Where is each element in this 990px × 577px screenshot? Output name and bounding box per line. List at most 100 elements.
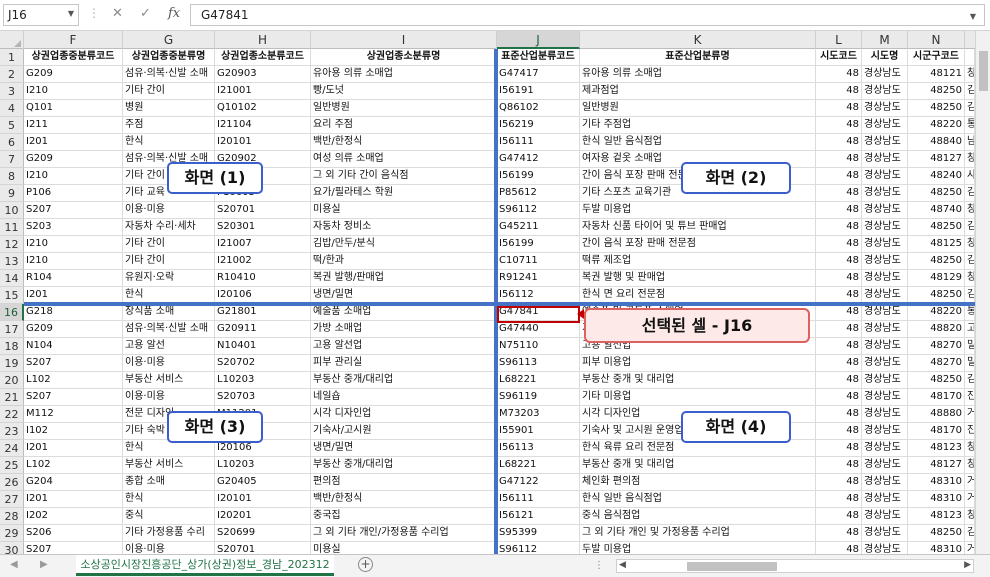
table-cell[interactable]: 48220 — [908, 304, 965, 321]
tab-split-handle[interactable]: ⋮ — [594, 560, 604, 571]
select-all-button[interactable] — [0, 31, 24, 49]
chevron-down-icon[interactable]: ▼ — [68, 9, 74, 18]
table-cell[interactable]: I211 — [24, 117, 123, 134]
table-cell[interactable]: 경상남도 — [862, 100, 908, 117]
table-cell[interactable]: 경상남도 — [862, 202, 908, 219]
table-cell[interactable]: 48125 — [908, 236, 965, 253]
table-cell[interactable]: 48250 — [908, 83, 965, 100]
vertical-scroll-thumb[interactable] — [979, 51, 988, 91]
table-cell[interactable]: 간이 음식 포장 판매 전문점 — [580, 236, 816, 253]
sheet-tab-active[interactable]: 소상공인시장진흥공단_상가(상권)정보_경남_202312 — [76, 555, 334, 576]
expand-formula-bar-icon[interactable]: ▼ — [970, 12, 976, 21]
table-cell[interactable]: S207 — [24, 355, 123, 372]
column-title-cell[interactable]: 상권업종소분류코드 — [215, 49, 311, 66]
table-cell[interactable]: I210 — [24, 168, 123, 185]
column-header-o[interactable] — [965, 31, 975, 49]
table-cell[interactable]: 경상남도 — [862, 134, 908, 151]
table-cell[interactable]: 밀 — [965, 338, 975, 355]
table-cell[interactable]: S20301 — [215, 219, 311, 236]
table-cell[interactable]: S96112 — [497, 542, 580, 554]
column-title-cell[interactable]: 표준산업분류명 — [580, 49, 816, 66]
table-cell[interactable]: 일반병원 — [580, 100, 816, 117]
table-cell[interactable]: I201 — [24, 440, 123, 457]
table-cell[interactable]: 경상남도 — [862, 304, 908, 321]
table-cell[interactable]: S20701 — [215, 542, 311, 554]
column-title-cell[interactable]: 시도명 — [862, 49, 908, 66]
table-cell[interactable]: 기타 간이 — [123, 236, 215, 253]
table-cell[interactable]: 김 — [965, 83, 975, 100]
table-cell[interactable]: 섬유·의복·신발 소매 — [123, 321, 215, 338]
table-cell[interactable]: 경상남도 — [862, 423, 908, 440]
table-cell[interactable]: 48240 — [908, 168, 965, 185]
row-header[interactable]: 17 — [0, 321, 24, 338]
table-cell[interactable]: G204 — [24, 474, 123, 491]
table-cell[interactable]: 경상남도 — [862, 372, 908, 389]
table-cell[interactable]: L10203 — [215, 457, 311, 474]
row-header[interactable]: 25 — [0, 457, 24, 474]
table-cell[interactable]: 기타 간이 — [123, 253, 215, 270]
table-cell[interactable]: 48840 — [908, 134, 965, 151]
table-cell[interactable]: I202 — [24, 508, 123, 525]
table-cell[interactable]: 유원지·오락 — [123, 270, 215, 287]
column-title-cell[interactable]: 상권업종중분류명 — [123, 49, 215, 66]
table-cell[interactable]: 48250 — [908, 525, 965, 542]
table-cell[interactable]: 48 — [816, 474, 862, 491]
table-cell[interactable]: 48 — [816, 202, 862, 219]
table-cell[interactable]: 48 — [816, 66, 862, 83]
table-cell[interactable]: 한식 일반 음식점업 — [580, 134, 816, 151]
table-cell[interactable]: G45211 — [497, 219, 580, 236]
table-cell[interactable]: 48 — [816, 100, 862, 117]
table-cell[interactable]: G20903 — [215, 66, 311, 83]
table-cell[interactable]: I56121 — [497, 508, 580, 525]
row-header[interactable]: 18 — [0, 338, 24, 355]
table-cell[interactable]: 진 — [965, 389, 975, 406]
table-cell[interactable]: 유아용 의류 소매업 — [580, 66, 816, 83]
table-cell[interactable]: S96113 — [497, 355, 580, 372]
table-cell[interactable]: R10410 — [215, 270, 311, 287]
table-cell[interactable]: 부동산 서비스 — [123, 457, 215, 474]
table-cell[interactable]: 48 — [816, 304, 862, 321]
table-cell[interactable]: 김 — [965, 100, 975, 117]
table-cell[interactable]: 경상남도 — [862, 440, 908, 457]
table-cell[interactable]: 부동산 중개 및 대리업 — [580, 372, 816, 389]
table-cell[interactable]: 경상남도 — [862, 168, 908, 185]
table-cell[interactable]: 경상남도 — [862, 389, 908, 406]
table-cell[interactable]: 기타 간이 — [123, 83, 215, 100]
table-cell[interactable]: I20101 — [215, 491, 311, 508]
table-cell[interactable]: 예술품 소매업 — [311, 304, 497, 321]
table-cell[interactable]: 경상남도 — [862, 219, 908, 236]
column-header-n[interactable]: N — [908, 31, 965, 49]
table-cell[interactable]: 창 — [965, 440, 975, 457]
table-cell[interactable]: I201 — [24, 134, 123, 151]
row-header[interactable]: 8 — [0, 168, 24, 185]
table-cell[interactable]: S96119 — [497, 389, 580, 406]
table-cell[interactable]: 중식 — [123, 508, 215, 525]
table-cell[interactable]: G47122 — [497, 474, 580, 491]
table-cell[interactable]: 48 — [816, 525, 862, 542]
table-cell[interactable]: 창 — [965, 457, 975, 474]
table-cell[interactable]: 48270 — [908, 355, 965, 372]
table-cell[interactable]: 경상남도 — [862, 185, 908, 202]
table-cell[interactable]: 부동산 서비스 — [123, 372, 215, 389]
table-cell[interactable]: 미용실 — [311, 202, 497, 219]
table-cell[interactable]: I21001 — [215, 83, 311, 100]
table-cell[interactable]: 한식 일반 음식점업 — [580, 491, 816, 508]
column-title-cell[interactable]: 상권업종중분류코드 — [24, 49, 123, 66]
table-cell[interactable]: S207 — [24, 389, 123, 406]
table-cell[interactable]: I210 — [24, 253, 123, 270]
table-cell[interactable]: 김 — [965, 525, 975, 542]
row-header[interactable]: 16 — [0, 304, 24, 321]
table-cell[interactable]: 48 — [816, 372, 862, 389]
table-cell[interactable]: 부동산 중개/대리업 — [311, 372, 497, 389]
table-cell[interactable]: S206 — [24, 525, 123, 542]
table-cell[interactable]: Q10102 — [215, 100, 311, 117]
table-cell[interactable]: G209 — [24, 321, 123, 338]
table-cell[interactable]: S20703 — [215, 389, 311, 406]
table-cell[interactable]: 기숙사/고시원 — [311, 423, 497, 440]
table-cell[interactable]: I56113 — [497, 440, 580, 457]
table-cell[interactable]: S20701 — [215, 202, 311, 219]
row-header[interactable]: 6 — [0, 134, 24, 151]
table-cell[interactable]: R91241 — [497, 270, 580, 287]
table-cell[interactable]: 48127 — [908, 457, 965, 474]
table-cell[interactable]: 48121 — [908, 66, 965, 83]
